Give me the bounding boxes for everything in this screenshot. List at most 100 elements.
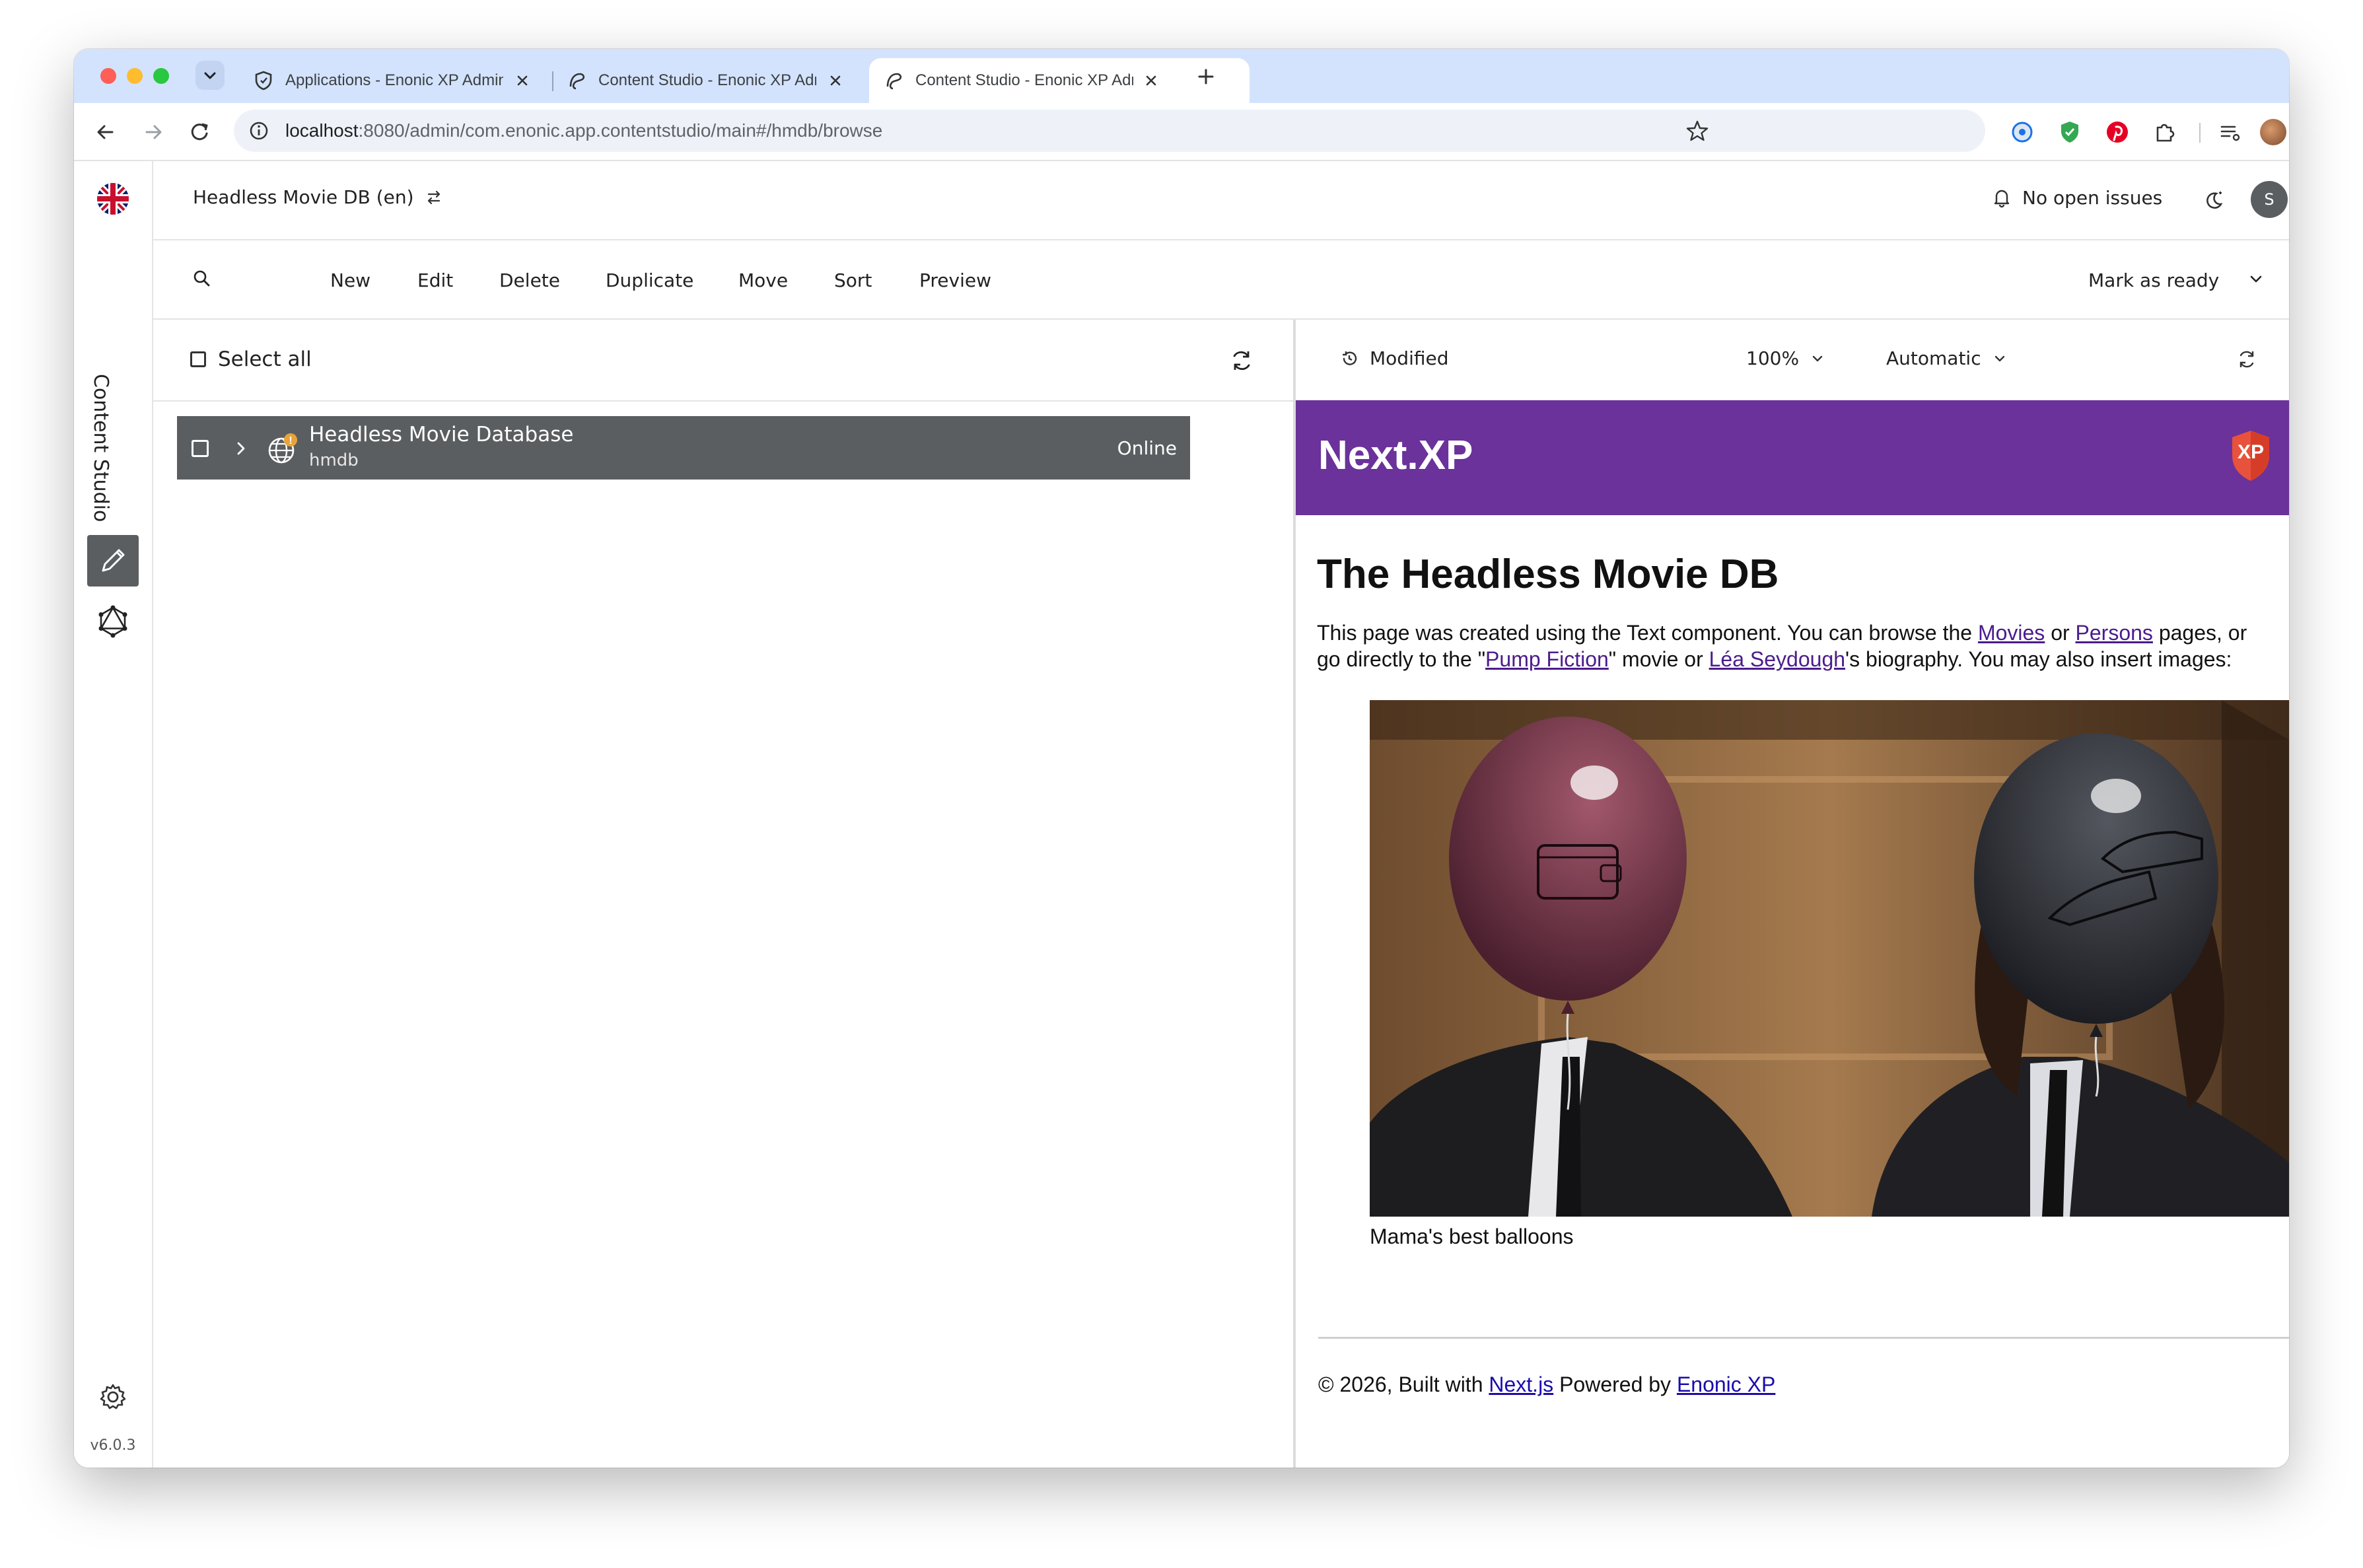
switch-project-icon	[427, 190, 440, 204]
media-queue-icon[interactable]	[2216, 119, 2243, 145]
bookmark-star-icon[interactable]	[1685, 119, 1709, 143]
address-bar[interactable]: localhost:8080/admin/com.enonic.app.cont…	[234, 110, 1985, 152]
persons-link[interactable]: Persons	[2076, 621, 2153, 645]
select-all-control[interactable]: Select all	[190, 347, 312, 371]
zoom-select[interactable]: 100%	[1746, 347, 1828, 369]
intro-text: " movie or	[1608, 647, 1709, 671]
back-icon[interactable]	[91, 118, 120, 147]
intro-paragraph: This page was created using the Text com…	[1317, 620, 2276, 672]
edit-button[interactable]: Edit	[417, 269, 453, 291]
site-brand[interactable]: Next.XP	[1318, 432, 1473, 479]
action-toolbar: New Edit Delete Duplicate Move Sort Prev…	[153, 240, 2289, 320]
graphql-icon[interactable]	[95, 604, 131, 639]
password-manager-icon[interactable]	[2009, 119, 2035, 145]
close-tab-icon[interactable]	[826, 71, 845, 90]
chevron-down-icon	[1994, 355, 2004, 361]
pinterest-icon[interactable]	[2104, 119, 2131, 145]
enonic-xp-link[interactable]: Enonic XP	[1677, 1372, 1775, 1396]
row-path: hmdb	[309, 450, 359, 470]
content-studio-icon	[569, 73, 585, 90]
svg-text:!: !	[289, 435, 292, 446]
site-info-icon[interactable]	[248, 120, 269, 141]
site-logo: XP	[2230, 429, 2272, 482]
reload-icon[interactable]	[185, 118, 214, 147]
new-button[interactable]: New	[330, 269, 370, 291]
content-mode-button[interactable]	[87, 535, 139, 587]
lea-seydough-link[interactable]: Léa Seydough	[1709, 647, 1845, 671]
preview-mode-select[interactable]: Automatic	[1886, 347, 2010, 369]
forward-icon[interactable]	[139, 118, 168, 147]
project-bar: Headless Movie DB (en) No open issues S …	[153, 161, 2289, 240]
chevron-down-icon	[204, 72, 216, 79]
pump-fiction-link[interactable]: Pump Fiction	[1485, 647, 1609, 671]
content-tree-panel: Select all ! Headless Movie Database hmd…	[153, 320, 1296, 1468]
theme-toggle-icon[interactable]	[2201, 188, 2227, 214]
extensions-puzzle-icon[interactable]	[2152, 119, 2178, 145]
select-all-checkbox[interactable]	[190, 351, 206, 367]
tab-title: Applications - Enonic XP Admin	[285, 71, 503, 89]
delete-button[interactable]: Delete	[499, 269, 560, 291]
pencil-icon	[102, 549, 125, 572]
preview-toolbar: Modified 100% Automatic	[1296, 320, 2289, 399]
minimize-window-button[interactable]	[127, 68, 143, 84]
site-logo-text: XP	[2237, 441, 2265, 463]
app-name-label: Content Studio	[89, 374, 132, 532]
chevron-down-icon	[1812, 355, 1823, 361]
profile-avatar[interactable]	[2260, 119, 2286, 145]
modified-label: Modified	[1370, 347, 1449, 369]
preview-panel: Modified 100% Automatic Next.XP XP The H…	[1296, 320, 2289, 1468]
url-text[interactable]: localhost:8080/admin/com.enonic.app.cont…	[285, 120, 882, 141]
balloon-heads-image	[1370, 700, 2289, 1217]
zoom-value: 100%	[1746, 347, 1800, 369]
url-path: :8080/admin/com.enonic.app.contentstudio…	[358, 120, 883, 141]
modified-status[interactable]: Modified	[1339, 347, 1448, 369]
browser-window: Applications - Enonic XP Admin Content S…	[74, 49, 2289, 1468]
movie-image	[1370, 700, 2289, 1217]
move-button[interactable]: Move	[738, 269, 788, 291]
app-name-text: Content Studio	[89, 374, 112, 522]
shield-icon	[255, 71, 272, 90]
chevron-down-icon[interactable]	[2244, 267, 2268, 291]
sort-button[interactable]: Sort	[834, 269, 872, 291]
status-badge: Online	[1117, 437, 1177, 459]
preview-mode-value: Automatic	[1886, 347, 1981, 369]
user-avatar[interactable]: S	[2251, 181, 2288, 218]
uk-flag-icon[interactable]	[96, 182, 129, 215]
tab-title: Content Studio - Enonic XP Admin	[598, 71, 816, 89]
site-globe-icon: !	[268, 433, 297, 464]
close-tab-icon[interactable]	[512, 71, 532, 90]
mark-as-ready-button[interactable]: Mark as ready	[2088, 269, 2219, 291]
adblock-shield-icon[interactable]	[2057, 119, 2083, 145]
tab-strip: Applications - Enonic XP Admin Content S…	[74, 49, 2289, 103]
preview-button[interactable]: Preview	[919, 269, 991, 291]
duplicate-button[interactable]: Duplicate	[606, 269, 693, 291]
project-name: Headless Movie DB (en)	[193, 186, 414, 208]
project-selector[interactable]: Headless Movie DB (en)	[193, 186, 444, 208]
tree-row[interactable]: ! Headless Movie Database hmdb Online	[177, 416, 1190, 480]
browser-toolbar: localhost:8080/admin/com.enonic.app.cont…	[74, 103, 2289, 161]
select-all-label: Select all	[218, 347, 312, 371]
history-icon	[1343, 351, 1357, 365]
intro-text: or	[2045, 621, 2076, 645]
issues-button[interactable]: No open issues	[1991, 186, 2162, 209]
expand-chevron-icon[interactable]	[230, 437, 252, 460]
nextjs-link[interactable]: Next.js	[1489, 1372, 1553, 1396]
footer-text: © 2026, Built with	[1318, 1372, 1489, 1396]
toolbar-divider	[2199, 123, 2201, 143]
page-title: The Headless Movie DB	[1317, 552, 1779, 597]
refresh-preview-icon[interactable]	[2235, 347, 2259, 371]
close-window-button[interactable]	[100, 68, 116, 84]
maximize-window-button[interactable]	[153, 68, 169, 84]
search-icon[interactable]	[190, 267, 214, 291]
row-checkbox[interactable]	[192, 440, 209, 457]
new-tab-icon[interactable]	[1193, 63, 1219, 90]
intro-text: 's biography. You may also insert images…	[1845, 647, 2232, 671]
tab-search-button[interactable]	[195, 61, 225, 90]
refresh-tree-icon[interactable]	[1227, 346, 1256, 375]
movies-link[interactable]: Movies	[1978, 621, 2045, 645]
image-caption: Mama's best balloons	[1370, 1225, 1574, 1248]
settings-gear-icon[interactable]	[98, 1382, 128, 1412]
close-tab-icon[interactable]	[1141, 71, 1161, 90]
version-label: v6.0.3	[90, 1437, 136, 1454]
site-header: Next.XP XP	[1296, 400, 2289, 515]
